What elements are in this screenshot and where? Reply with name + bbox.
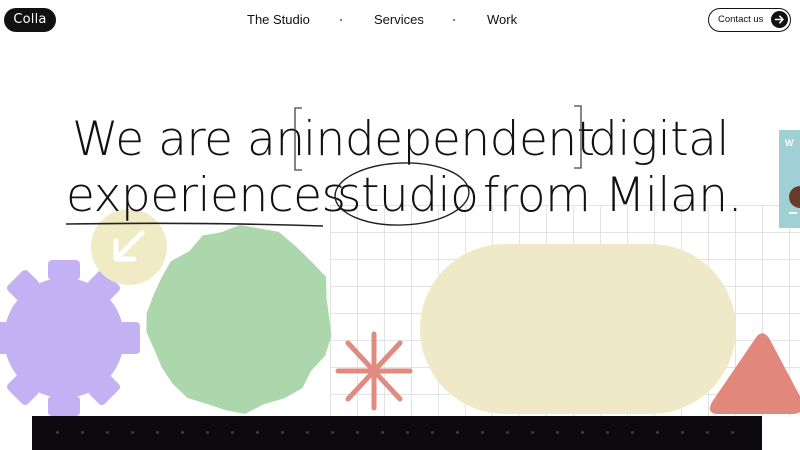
headline-word-independent: independent: [303, 112, 595, 167]
bar-dot: [306, 431, 309, 434]
right-bracket: [574, 105, 582, 169]
bar-dot: [156, 431, 159, 434]
pale-yellow-pill-shape: [420, 244, 736, 414]
bar-dot: [606, 431, 609, 434]
bar-dot: [481, 431, 484, 434]
nav-item-the-studio[interactable]: The Studio: [247, 12, 310, 27]
site-header: Colla The Studio Services Work Contact u…: [0, 0, 800, 42]
bar-dot: [581, 431, 584, 434]
arrow-down-left-badge: [91, 209, 167, 285]
bar-dot: [281, 431, 284, 434]
bar-dot: [56, 431, 59, 434]
bar-dot: [331, 431, 334, 434]
bar-dot: [131, 431, 134, 434]
bar-dot: [106, 431, 109, 434]
bottom-dark-panel: [32, 416, 762, 450]
left-bracket: [294, 107, 302, 171]
nav-item-services[interactable]: Services: [374, 12, 424, 27]
contact-us-button[interactable]: Contact us: [708, 8, 791, 32]
nav-separator: [340, 19, 342, 21]
bar-dot: [656, 431, 659, 434]
bar-dot: [681, 431, 684, 434]
bar-dot: [731, 431, 734, 434]
headline-line1-end: digital: [588, 112, 729, 167]
asterisk-icon: [335, 331, 413, 411]
arrow-right-icon: [771, 11, 788, 28]
bar-dot: [256, 431, 259, 434]
nav-separator: [453, 19, 455, 21]
bar-dot: [81, 431, 84, 434]
bar-dot: [556, 431, 559, 434]
bar-dot: [531, 431, 534, 434]
bar-dot: [456, 431, 459, 434]
side-card-label: W: [785, 138, 794, 148]
nav-item-work[interactable]: Work: [487, 12, 517, 27]
headline-line1-start: We are an: [72, 112, 305, 167]
green-flower-shape: [146, 225, 332, 414]
bar-dot: [631, 431, 634, 434]
bar-dot: [431, 431, 434, 434]
bar-dot: [206, 431, 209, 434]
bar-dot: [406, 431, 409, 434]
bar-dot: [181, 431, 184, 434]
bar-dot: [506, 431, 509, 434]
bar-dot: [381, 431, 384, 434]
contact-us-label: Contact us: [718, 14, 764, 25]
logo[interactable]: Colla: [4, 8, 56, 32]
bar-dot: [356, 431, 359, 434]
bar-dot: [231, 431, 234, 434]
bar-dot: [706, 431, 709, 434]
